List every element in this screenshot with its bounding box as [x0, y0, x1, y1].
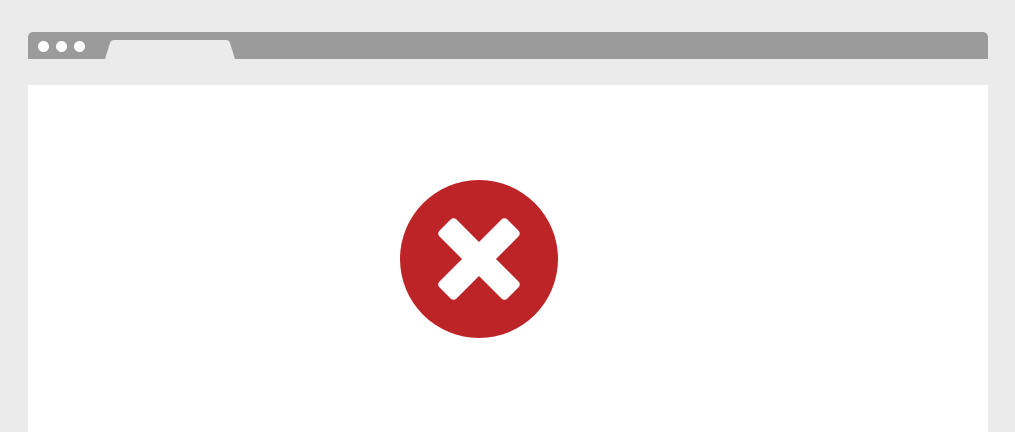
window-maximize-dot[interactable] — [74, 41, 85, 52]
browser-tab-shape — [105, 40, 235, 59]
browser-toolbar — [28, 59, 988, 85]
error-x-icon — [400, 180, 558, 338]
window-minimize-dot[interactable] — [56, 41, 67, 52]
browser-title-bar — [28, 32, 988, 59]
window-close-dot[interactable] — [38, 41, 49, 52]
browser-tab[interactable] — [105, 40, 235, 59]
